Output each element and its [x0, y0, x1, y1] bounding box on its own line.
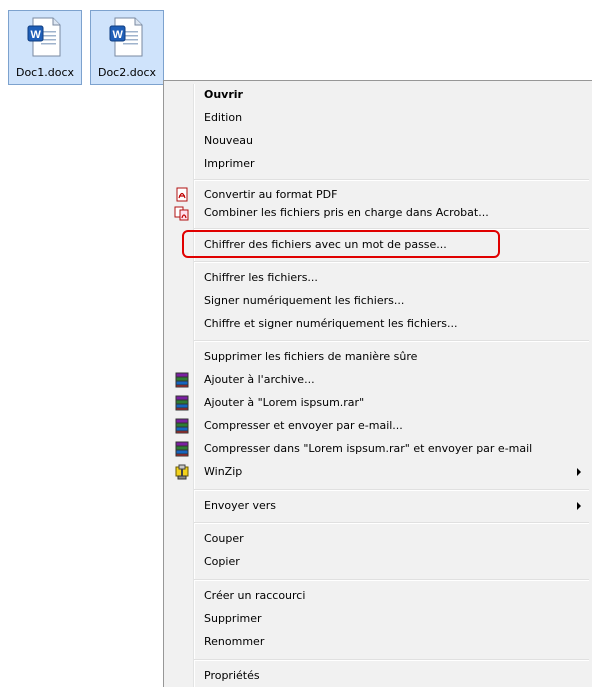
svg-text:W: W — [113, 29, 124, 41]
menu-item-supprimer[interactable]: Supprimer — [167, 608, 589, 630]
winrar-icon — [175, 418, 189, 434]
menu-item-label: Edition — [204, 111, 243, 124]
menu-item-creer-raccourci[interactable]: Créer un raccourci — [167, 585, 589, 607]
menu-item-proprietes[interactable]: Propriétés — [167, 665, 589, 687]
menu-item-label: Signer numériquement les fichiers... — [204, 294, 405, 307]
pdf-icon — [176, 187, 188, 202]
menu-item-imprimer[interactable]: Imprimer — [167, 153, 589, 175]
menu-item-chiffrer-signer[interactable]: Chiffre et signer numériquement les fich… — [167, 313, 589, 335]
menu-item-envoyer-vers[interactable]: Envoyer vers — [167, 495, 589, 517]
menu-item-compresser-email[interactable]: Compresser et envoyer par e-mail... — [167, 415, 589, 437]
menu-separator — [194, 489, 589, 491]
word-document-icon: W — [27, 17, 61, 57]
file-name: Doc1.docx — [15, 66, 74, 79]
acrobat-combine-icon — [174, 206, 189, 221]
menu-item-renommer[interactable]: Renommer — [167, 631, 589, 653]
file-doc1[interactable]: W Doc1.docx — [8, 10, 82, 85]
submenu-arrow-icon — [577, 502, 581, 510]
submenu-arrow-icon — [577, 468, 581, 476]
menu-item-nouveau[interactable]: Nouveau — [167, 130, 589, 152]
menu-item-compresser-rar-email[interactable]: Compresser dans "Lorem ispsum.rar" et en… — [167, 438, 589, 460]
winrar-icon — [175, 395, 189, 411]
menu-item-label: Créer un raccourci — [204, 589, 306, 602]
menu-item-label: Compresser dans "Lorem ispsum.rar" et en… — [204, 442, 533, 455]
menu-separator — [194, 340, 589, 342]
menu-item-ouvrir[interactable]: Ouvrir — [167, 84, 589, 106]
winzip-icon — [175, 464, 189, 480]
menu-item-ajouter-archive[interactable]: Ajouter à l'archive... — [167, 369, 589, 391]
menu-item-combiner-acrobat[interactable]: Combiner les fichiers pris en charge dan… — [167, 202, 589, 224]
highlight-annotation — [182, 230, 500, 258]
menu-item-label: Copier — [204, 555, 240, 568]
menu-item-ajouter-rar[interactable]: Ajouter à "Lorem ispsum.rar" — [167, 392, 589, 414]
file-name: Doc2.docx — [97, 66, 156, 79]
menu-item-label: Imprimer — [204, 157, 255, 170]
menu-item-label: Envoyer vers — [204, 499, 276, 512]
menu-item-label: Compresser et envoyer par e-mail... — [204, 419, 403, 432]
winrar-icon — [175, 441, 189, 457]
menu-item-label: Convertir au format PDF — [204, 188, 338, 201]
menu-item-label: WinZip — [204, 465, 243, 478]
winrar-icon — [175, 372, 189, 388]
word-document-icon: W — [109, 17, 143, 57]
context-menu: Ouvrir Edition Nouveau Imprimer Converti… — [163, 80, 592, 687]
menu-separator — [194, 261, 589, 263]
menu-item-label: Combiner les fichiers pris en charge dan… — [204, 206, 489, 219]
menu-item-label: Ajouter à l'archive... — [204, 373, 315, 386]
menu-separator — [194, 659, 589, 661]
menu-item-label: Nouveau — [204, 134, 253, 147]
menu-item-winzip[interactable]: WinZip — [167, 461, 589, 483]
menu-item-copier[interactable]: Copier — [167, 551, 589, 573]
menu-item-edition[interactable]: Edition — [167, 107, 589, 129]
menu-item-label: Renommer — [204, 635, 265, 648]
menu-item-label: Supprimer les fichiers de manière sûre — [204, 350, 418, 363]
menu-separator — [194, 179, 589, 181]
menu-item-label: Couper — [204, 532, 244, 545]
menu-item-label: Propriétés — [204, 669, 260, 682]
menu-separator — [194, 522, 589, 524]
menu-item-label: Supprimer — [204, 612, 262, 625]
menu-item-label: Ajouter à "Lorem ispsum.rar" — [204, 396, 365, 409]
menu-item-label: Ouvrir — [204, 88, 243, 101]
menu-item-label: Chiffre et signer numériquement les fich… — [204, 317, 458, 330]
menu-item-label: Chiffrer les fichiers... — [204, 271, 318, 284]
file-doc2[interactable]: W Doc2.docx — [90, 10, 164, 85]
menu-item-couper[interactable]: Couper — [167, 528, 589, 550]
menu-item-chiffrer-fichiers[interactable]: Chiffrer les fichiers... — [167, 267, 589, 289]
menu-item-supprimer-sure[interactable]: Supprimer les fichiers de manière sûre — [167, 346, 589, 368]
svg-text:W: W — [31, 29, 42, 41]
menu-separator — [194, 579, 589, 581]
menu-item-signer[interactable]: Signer numériquement les fichiers... — [167, 290, 589, 312]
